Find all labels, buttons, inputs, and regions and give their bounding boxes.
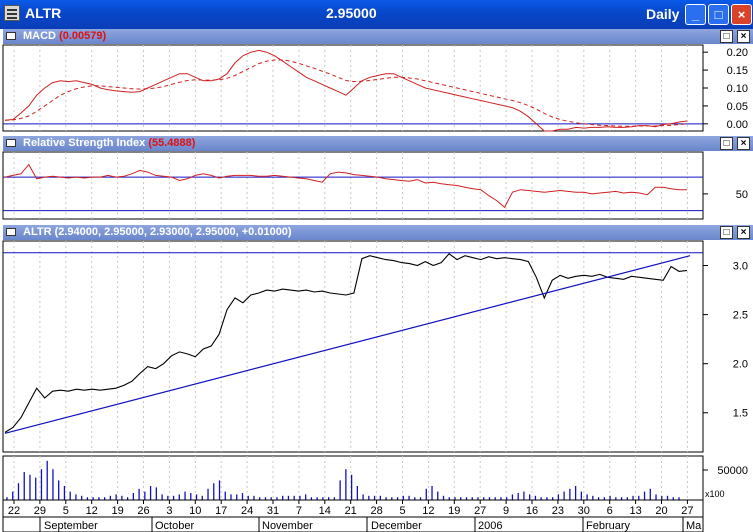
x-tick-label: 21 (345, 505, 357, 517)
x-tick-label: 14 (319, 505, 331, 517)
x-tick-label: 22 (8, 505, 20, 517)
month-label: October (155, 520, 194, 532)
y-tick-label: 50 (736, 189, 748, 201)
y-tick-label: 2.0 (733, 359, 748, 371)
y-tick-label: 0.15 (727, 65, 748, 77)
x-tick-label: 27 (474, 505, 486, 517)
x-tick-label: 19 (111, 505, 123, 517)
x-tick-label: 7 (296, 505, 302, 517)
month-label: November (262, 520, 313, 532)
y-tick-label: 2.5 (733, 310, 748, 322)
plot-frame (2, 44, 704, 132)
x-tick-label: 12 (422, 505, 434, 517)
x-tick-label: 27 (681, 505, 693, 517)
x-tick-label: 10 (189, 505, 201, 517)
x-tick-label: 13 (629, 505, 641, 517)
x-tick-label: 5 (63, 505, 69, 517)
x-tick-label: 23 (552, 505, 564, 517)
x-tick-label: 6 (607, 505, 613, 517)
y-tick-label: 3.0 (733, 261, 748, 273)
x-tick-label: 26 (137, 505, 149, 517)
stock-chart[interactable]: 0.20 0.15 0.10 0.05 0.00 50 3.0 2.5 2.0 1.5 50000 x… (0, 0, 753, 532)
x-tick-label: 30 (578, 505, 590, 517)
x-tick-label: 3 (166, 505, 172, 517)
x-tick-label: 29 (34, 505, 46, 517)
plot-frame (2, 240, 704, 453)
volume-scale-label: x100 (705, 489, 725, 499)
plot-frame (2, 151, 704, 220)
x-tick-label: 5 (399, 505, 405, 517)
y-tick-label: 1.5 (733, 408, 748, 420)
x-tick-label: 17 (215, 505, 227, 517)
y-tick-label: 0.05 (727, 101, 748, 113)
x-tick-label: 19 (448, 505, 460, 517)
y-tick-label: 0.20 (727, 47, 748, 59)
x-tick-label: 16 (526, 505, 538, 517)
x-tick-label: 28 (370, 505, 382, 517)
x-tick-label: 24 (241, 505, 253, 517)
y-tick-label: 0.10 (727, 83, 748, 95)
y-tick-label: 0.00 (727, 119, 748, 131)
month-label: Ma (686, 520, 702, 532)
x-tick-label: 31 (267, 505, 279, 517)
y-tick-label: 50000 (717, 465, 748, 477)
month-label: September (44, 520, 98, 532)
x-tick-label: 12 (86, 505, 98, 517)
month-label: December (371, 520, 422, 532)
month-label: 2006 (478, 520, 502, 532)
month-label: February (586, 520, 631, 532)
x-tick-label: 9 (503, 505, 509, 517)
x-tick-label: 20 (655, 505, 667, 517)
plot-frame (2, 455, 704, 501)
